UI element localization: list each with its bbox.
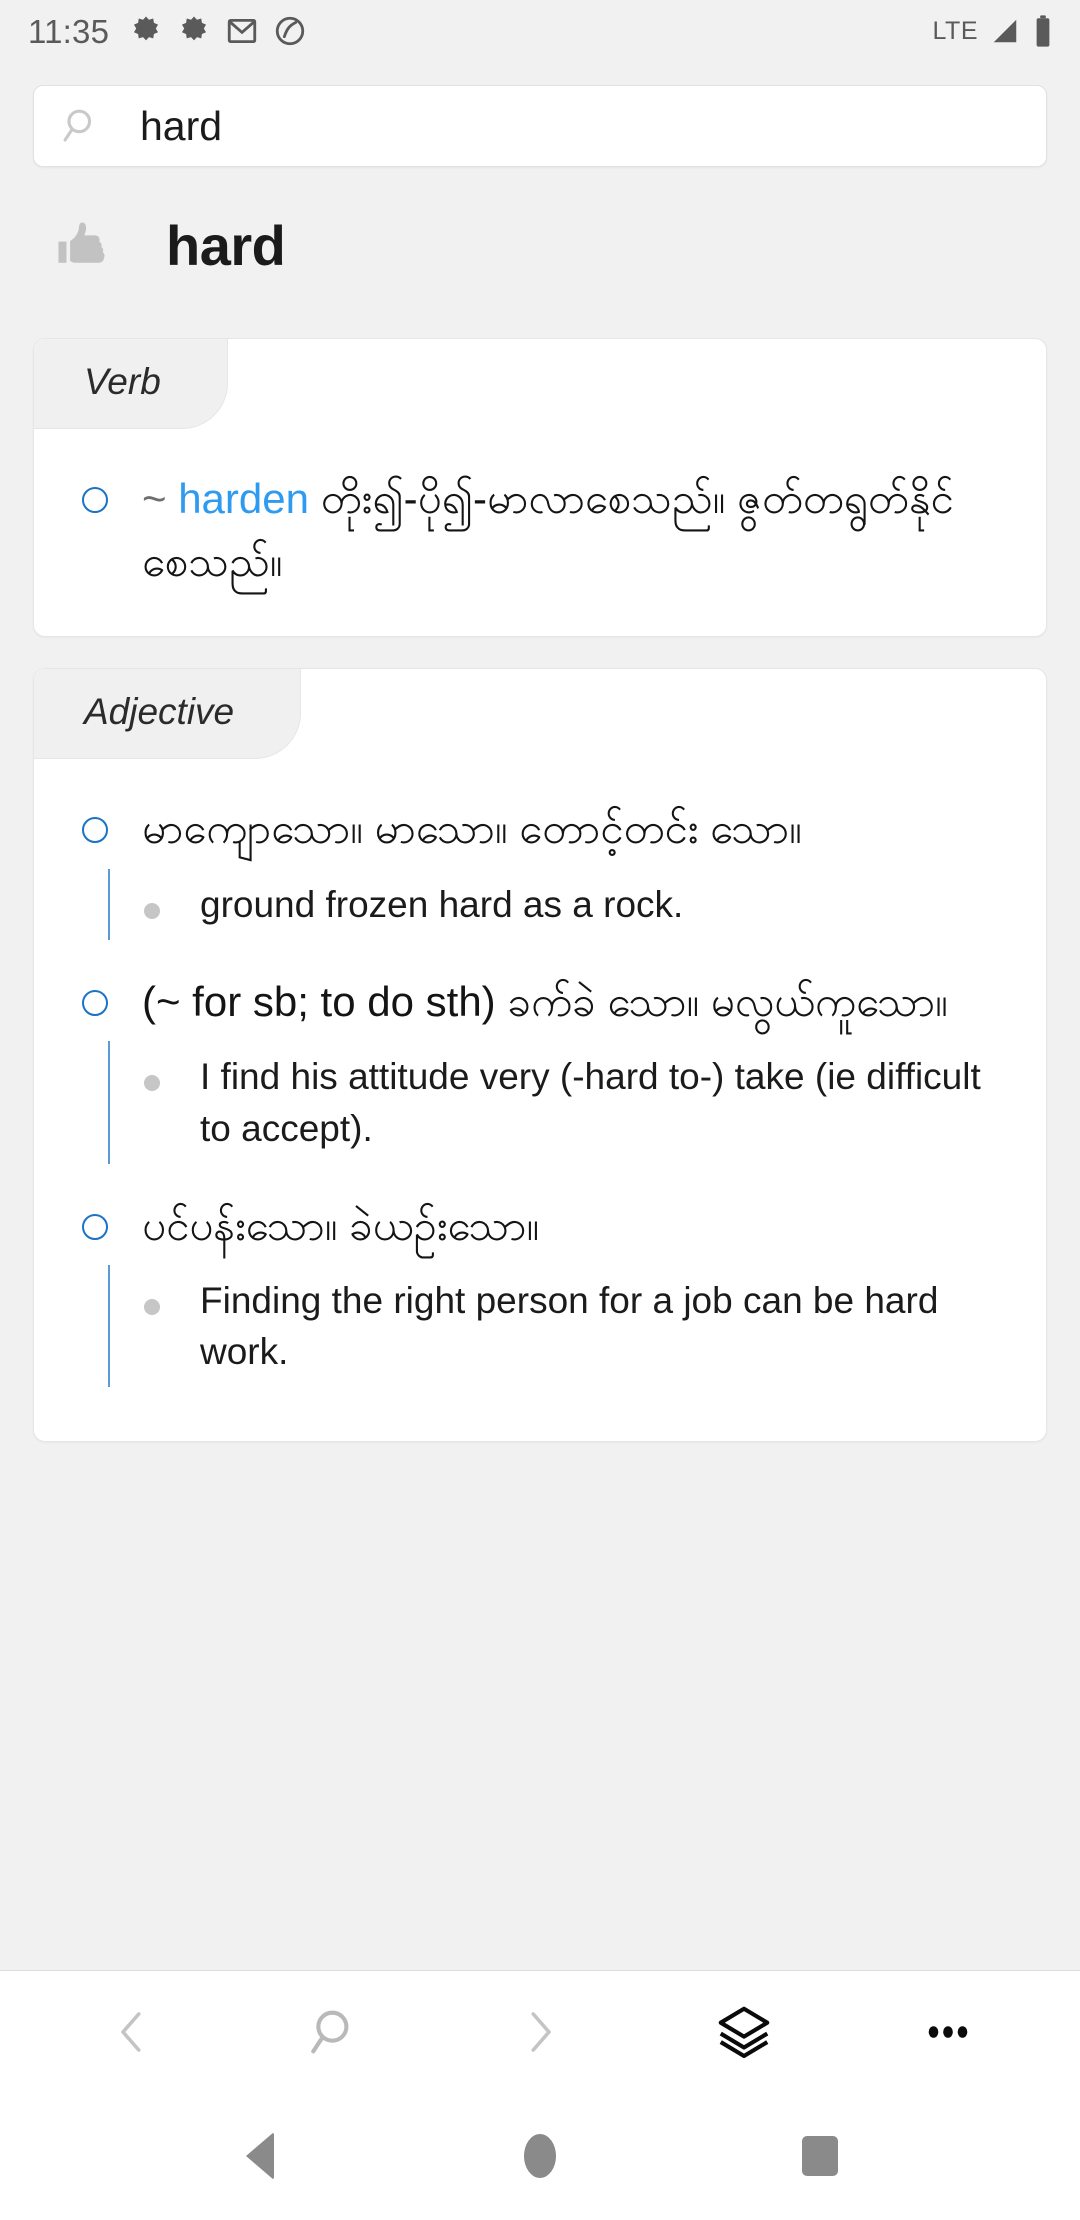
pos-tab-label: Adjective — [34, 669, 302, 759]
sense-definition: မာကျောသော။ မာသော။ တောင့်တင်း သော။ — [142, 804, 802, 852]
pos-card-adjective: Adjective မာကျောသော။ မာသော။ တောင့်တင်း သ… — [33, 668, 1047, 1443]
sense-bullet-icon — [82, 486, 108, 513]
example-group: Finding the right person for a job can b… — [108, 1265, 1006, 1388]
sense-bullet-icon — [82, 1213, 108, 1240]
thumbs-up-icon[interactable] — [52, 215, 114, 277]
app-screen: 11:35 LTE hard hard Verb ~ harden တိုး၍-… — [0, 0, 1080, 2220]
circle-slash-icon — [273, 14, 307, 48]
library-button[interactable] — [674, 1982, 814, 2082]
example-item: I find his attitude very (-hard to-) tak… — [110, 1049, 1006, 1155]
back-button[interactable] — [62, 1982, 202, 2082]
gear-icon — [177, 14, 211, 48]
more-horizontal-icon — [928, 2025, 968, 2038]
example-text: I find his attitude very (-hard to-) tak… — [200, 1056, 981, 1149]
cross-reference-link[interactable]: harden — [178, 475, 309, 522]
gmail-icon — [225, 14, 259, 48]
example-item: Finding the right person for a job can b… — [110, 1273, 1006, 1379]
example-item: ground frozen hard as a rock. — [110, 877, 1006, 932]
search-input-value: hard — [140, 102, 223, 149]
example-bullet-icon — [144, 902, 160, 919]
sense-bullet-icon — [82, 989, 108, 1016]
battery-icon — [1032, 14, 1054, 48]
tilde-marker: ~ — [142, 474, 167, 522]
example-group: ground frozen hard as a rock. — [108, 868, 1006, 940]
status-system-icons: LTE — [933, 14, 1055, 48]
network-type-label: LTE — [932, 16, 978, 45]
page-title: hard — [166, 214, 286, 277]
android-home[interactable] — [480, 2111, 600, 2201]
circle-icon — [524, 2134, 556, 2178]
pos-card-body: မာကျောသော။ မာသော။ တောင့်တင်း သော။ ground… — [34, 759, 1046, 1442]
sense-item: ~ harden တိုး၍-ပို၍-မာလာစေသည်။ ဇွတ်တရွတ်… — [68, 455, 1006, 595]
square-icon — [802, 2136, 838, 2176]
search-icon — [60, 104, 104, 148]
sense-definition: ပင်ပန်းသော။ ခဲယဉ်းသော။ — [142, 1201, 540, 1249]
example-text: Finding the right person for a job can b… — [200, 1280, 939, 1373]
search-button[interactable] — [266, 1982, 406, 2082]
sense-item: (~ for sb; to do sth) ခက်ခဲ သော။ မလွယ်ကူ… — [68, 958, 1006, 1034]
example-bullet-icon — [144, 1299, 160, 1316]
example-group: I find his attitude very (-hard to-) tak… — [108, 1041, 1006, 1164]
chevron-left-icon — [121, 2011, 141, 2052]
android-recents[interactable] — [760, 2111, 880, 2201]
pos-tab-label: Verb — [34, 339, 228, 429]
layers-icon — [718, 2006, 770, 2039]
triangle-left-icon — [246, 2132, 274, 2180]
forward-button[interactable] — [470, 1982, 610, 2082]
example-text: ground frozen hard as a rock. — [200, 883, 684, 925]
headword-row: hard — [0, 167, 1080, 338]
android-back[interactable] — [200, 2111, 320, 2201]
example-bullet-icon — [144, 1075, 160, 1092]
status-bar: 11:35 LTE — [0, 0, 1080, 62]
sense-bullet-icon — [82, 816, 108, 843]
signal-icon — [989, 16, 1021, 46]
status-time: 11:35 — [28, 12, 110, 50]
android-navigation-bar — [0, 2092, 1080, 2220]
search-input[interactable]: hard — [33, 85, 1047, 167]
chevron-right-icon — [531, 2011, 551, 2052]
search-bar-container: hard — [0, 62, 1080, 167]
definition-list[interactable]: Verb ~ harden တိုး၍-ပို၍-မာလာစေသည်။ ဇွတ်… — [0, 338, 1080, 1970]
status-notification-icons — [129, 14, 307, 48]
more-button[interactable] — [878, 1982, 1018, 2082]
bottom-toolbar — [0, 1970, 1080, 2092]
gear-icon — [129, 14, 163, 48]
pos-card-body: ~ harden တိုး၍-ပို၍-မာလာစေသည်။ ဇွတ်တရွတ်… — [34, 429, 1046, 637]
sense-definition: (~ for sb; to do sth) ခက်ခဲ သော။ မလွယ်ကူ… — [142, 977, 948, 1025]
sense-item: မာကျောသော။ မာသော။ တောင့်တင်း သော။ — [68, 785, 1006, 861]
sense-text: ~ harden တိုး၍-ပို၍-မာလာစေသည်။ ဇွတ်တရွတ်… — [142, 467, 1006, 595]
sense-item: ပင်ပန်းသော။ ခဲယဉ်းသော။ — [68, 1182, 1006, 1258]
pos-card-verb: Verb ~ harden တိုး၍-ပို၍-မာလာစေသည်။ ဇွတ်… — [33, 338, 1047, 638]
